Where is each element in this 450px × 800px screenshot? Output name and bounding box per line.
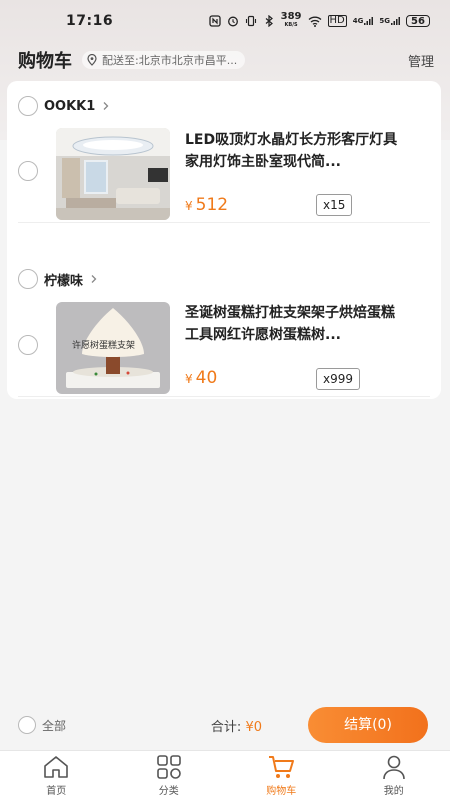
total-label: 合计: xyxy=(210,719,242,735)
vibrate-icon xyxy=(245,15,257,27)
price-value: 40 xyxy=(195,368,218,388)
quantity-badge[interactable]: x15 xyxy=(316,194,353,216)
shop-select-radio[interactable] xyxy=(18,269,38,289)
status-icons: 389 KB/S HD 4G 5G 56 xyxy=(208,12,430,29)
currency-symbol: ¥ xyxy=(185,372,193,386)
product-image-caption: 许愿树蛋糕支架 xyxy=(72,341,136,351)
product-price: ¥512 xyxy=(185,195,228,215)
chevron-right-icon xyxy=(89,274,99,284)
speed-value: 389 xyxy=(280,11,302,22)
shop-header-2[interactable]: 柠檬味 xyxy=(18,269,99,289)
product-price: ¥40 xyxy=(185,368,217,388)
item-select-radio[interactable] xyxy=(18,161,38,181)
tab-cart[interactable]: 购物车 xyxy=(225,751,338,800)
net-type-2: 5G xyxy=(379,17,390,25)
item-divider xyxy=(18,396,430,397)
bottom-tab-bar: 首页 分类 购物车 我的 xyxy=(0,750,450,800)
currency-symbol: ¥ xyxy=(185,199,193,213)
manage-button[interactable]: 管理 xyxy=(408,51,434,70)
page-header: 购物车 配送至:北京市北京市昌平... 管理 xyxy=(0,42,450,78)
product-title[interactable]: 圣诞树蛋糕打桩支架架子烘焙蛋糕工具网红许愿树蛋糕树... xyxy=(185,302,405,346)
net-type-1: 4G xyxy=(352,17,364,25)
checkout-button[interactable]: 结算(0) xyxy=(308,707,428,743)
item-divider xyxy=(18,222,430,223)
tab-home[interactable]: 首页 xyxy=(0,751,113,800)
price-value: 512 xyxy=(195,195,229,215)
tab-label: 分类 xyxy=(158,786,179,797)
cart-icon xyxy=(269,756,295,778)
chevron-right-icon xyxy=(101,101,111,111)
status-bar: 17:16 389 KB/S HD 4G 5G 56 xyxy=(0,0,450,42)
total-amount: 合计: ¥0 xyxy=(211,716,262,735)
product-title[interactable]: LED吸顶灯水晶灯长方形客厅灯具家用灯饰主卧室现代简... xyxy=(185,129,405,173)
nfc-icon xyxy=(208,15,221,27)
status-time: 17:16 xyxy=(66,13,114,29)
tab-label: 首页 xyxy=(46,786,67,797)
hd-badge: HD xyxy=(327,15,347,27)
location-pin-icon xyxy=(86,54,98,66)
shop-name: 柠檬味 xyxy=(44,273,84,289)
delivery-address[interactable]: 配送至:北京市北京市昌平... xyxy=(82,51,246,69)
profile-icon xyxy=(382,755,405,780)
tab-label: 我的 xyxy=(383,786,404,797)
wifi-icon xyxy=(308,15,322,27)
alarm-icon xyxy=(227,15,239,27)
bluetooth-icon xyxy=(263,15,275,27)
battery-icon: 56 xyxy=(406,15,430,27)
product-image-ceiling-light[interactable] xyxy=(56,128,170,220)
product-image-cake-stand[interactable]: 许愿树蛋糕支架 xyxy=(56,302,170,394)
tab-label: 购物车 xyxy=(266,786,297,797)
speed-unit: KB/S xyxy=(284,22,298,28)
shop-header-1[interactable]: OOKK1 xyxy=(18,96,111,116)
item-select-radio[interactable] xyxy=(18,335,38,355)
address-text: 配送至:北京市北京市昌平... xyxy=(102,54,238,67)
quantity-badge[interactable]: x999 xyxy=(316,368,361,390)
signal-5g-icon: 5G xyxy=(379,15,400,27)
tab-category[interactable]: 分类 xyxy=(113,751,226,800)
page-title: 购物车 xyxy=(18,51,72,72)
select-all-label[interactable]: 全部 xyxy=(42,717,66,734)
signal-4g-icon: 4G xyxy=(353,15,374,27)
home-icon xyxy=(44,756,69,778)
shop-name: OOKK1 xyxy=(44,98,96,114)
tab-profile[interactable]: 我的 xyxy=(338,751,450,800)
network-speed: 389 KB/S xyxy=(281,12,302,29)
checkout-summary-bar: 全部 合计: ¥0 结算(0) xyxy=(0,700,450,750)
select-all-radio[interactable] xyxy=(18,716,36,734)
category-icon xyxy=(156,755,181,779)
total-value: ¥0 xyxy=(245,719,262,735)
shop-select-radio[interactable] xyxy=(18,96,38,116)
